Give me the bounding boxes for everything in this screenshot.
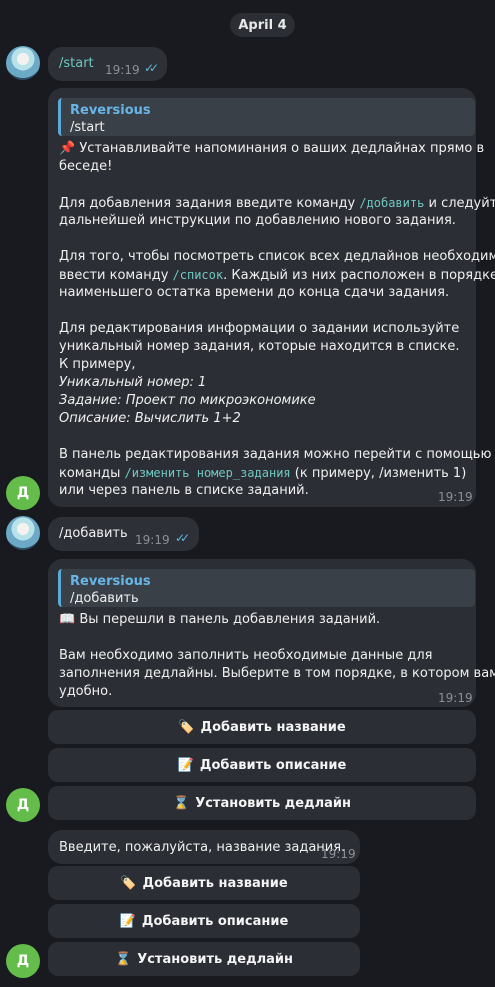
text-line: уникальный номер задания, которые находи… [59,339,460,354]
button-label: Добавить описание [199,757,347,773]
user-avatar[interactable]: Д [6,944,40,978]
reply-quote-text: /добавить [70,591,139,606]
memo-icon: 📝 [119,913,136,929]
message-time: 19:19 [438,490,473,504]
text-line: ввести команду [59,268,169,283]
text-line: дальнейшей инструкции по добавлению ново… [59,213,456,228]
button-label: Установить дедлайн [195,795,351,811]
button-label: Добавить название [142,875,288,891]
command-text: /добавить [59,526,128,541]
reply-quote[interactable]: Reversious /start [58,98,475,136]
text-line: удобно. [59,684,113,699]
text-line: Задание: Проект по микроэкономике [59,393,316,408]
message-add-reply[interactable]: Reversious /добавить 📖 Вы перешли в пане… [48,559,495,707]
date-separator: April 4 [230,13,295,37]
message-add-command[interactable]: /добавить 19:19 ✓✓ [48,517,199,551]
label-tag-icon: 🏷️ [120,875,137,891]
message-time: 19:19 [438,691,473,705]
text-line: (к примеру, /изменить 1) [294,466,467,481]
text-line: и следуйте [428,196,495,211]
message-start-command[interactable]: /start 19:19 ✓✓ [48,47,167,81]
memo-icon: 📝 [177,757,194,773]
button-label: Установить дедлайн [137,951,293,967]
message-start-reply[interactable]: Reversious /start 📌 Устанавливайте напом… [48,88,495,507]
reply-quote-text: /start [70,120,105,135]
text-line: Вам необходимо заполнить необходимые дан… [59,648,433,663]
text-line: Уникальный номер: 1 [59,375,207,390]
text-line: ввести команду /список. Каждый из них ра… [59,266,495,285]
text-line: 📌 Устанавливайте напоминания о ваших дед… [59,141,485,156]
command-text: /start [59,56,94,71]
button-label: Добавить название [200,719,346,735]
reply-author: Reversious [70,574,151,589]
text-line: команды /изменить номер_задания (к приме… [59,464,466,483]
text-line: команды [59,466,121,481]
read-checks-icon: ✓✓ [144,61,159,75]
label-tag-icon: 🏷️ [178,719,195,735]
read-checks-icon: ✓✓ [175,531,190,545]
user-avatar[interactable]: Д [6,788,40,822]
command-link-edit[interactable]: /изменить номер_задания [124,466,290,480]
add-description-button[interactable]: 📝 Добавить описание [48,748,476,782]
text-line: В панель редактирования задания можно пе… [59,447,492,462]
hourglass-icon: ⌛ [173,795,190,811]
command-link-list[interactable]: /список [173,268,224,282]
text-line: Описание: Вычислить 1+2 [59,411,241,426]
add-description-button[interactable]: 📝 Добавить описание [48,904,360,938]
reply-quote[interactable]: Reversious /добавить [58,569,475,607]
text-line: Для того, чтобы посмотреть список всех д… [59,249,495,264]
message-name-prompt[interactable]: Введите, пожалуйста, название задания. 1… [48,830,360,864]
text-line: заполнения дедлайны. Выберите в том поря… [59,666,495,681]
message-time: 19:19 [321,847,356,861]
text-line: или через панель в списке заданий. [59,483,309,498]
add-name-button[interactable]: 🏷️ Добавить название [48,710,476,744]
text-line: . Каждый из них расположен в порядке [223,268,495,283]
text-line: Для добавления задания введите команду [59,196,356,211]
button-label: Добавить описание [141,913,289,929]
user-avatar[interactable]: Д [6,476,40,510]
command-link-add[interactable]: /добавить [359,196,424,210]
bot-avatar[interactable] [6,46,40,80]
text-line: Для редактирования информации о задании … [59,321,460,336]
text-line: 📖 Вы перешли в панель добавления заданий… [59,612,381,627]
message-time: 19:19 [135,533,170,547]
message-time: 19:19 [105,63,140,77]
bot-avatar[interactable] [6,516,40,550]
hourglass-icon: ⌛ [115,951,132,967]
set-deadline-button[interactable]: ⌛ Установить дедлайн [48,942,360,976]
set-deadline-button[interactable]: ⌛ Установить дедлайн [48,786,476,820]
prompt-text: Введите, пожалуйста, название задания. [59,840,346,855]
text-line: Для добавления задания введите команду /… [59,194,495,213]
reply-author: Reversious [70,103,151,118]
add-name-button[interactable]: 🏷️ Добавить название [48,866,360,900]
text-line: беседе! [59,159,113,174]
text-line: наименьшего остатка времени до конца сда… [59,285,450,300]
text-line: К примеру, [59,357,136,372]
